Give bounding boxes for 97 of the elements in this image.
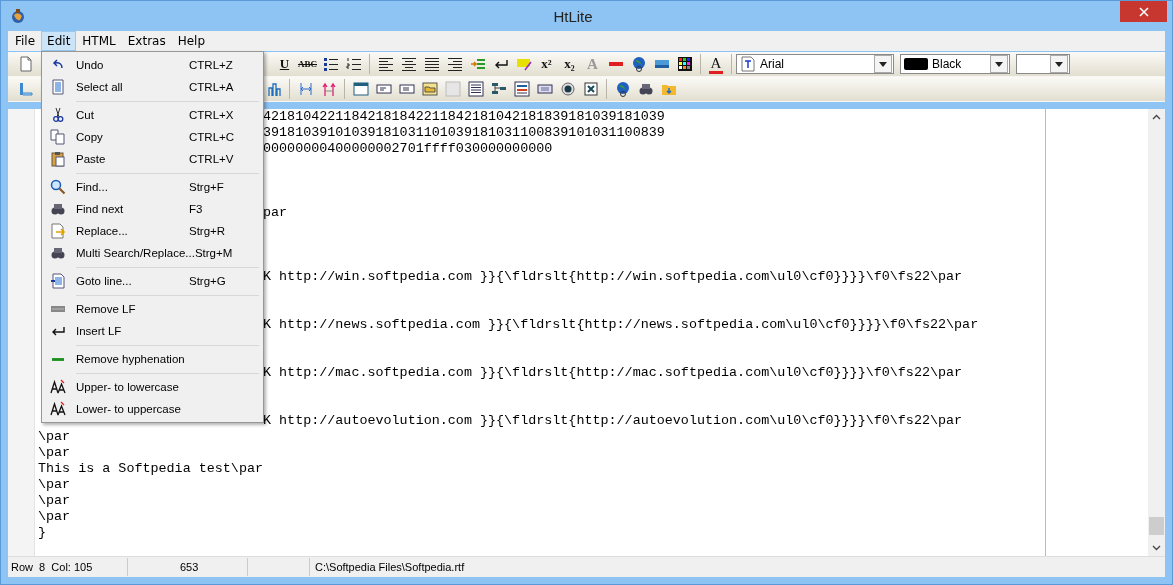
code-text: This is a Softpedia test\par xyxy=(38,461,263,476)
code-text: \par xyxy=(38,477,71,492)
globe-icon[interactable] xyxy=(630,56,647,72)
format-button[interactable]: x² xyxy=(535,53,558,75)
select-all-icon xyxy=(50,79,66,95)
code-text: 42181042211842181842211842181042181839181039181039 xyxy=(263,109,665,124)
file-path: C:\Softpedia Files\Softpedia.rtf xyxy=(314,560,466,575)
goto-line-icon xyxy=(50,273,66,289)
binoculars-icon xyxy=(50,245,66,261)
align-center-icon[interactable] xyxy=(400,56,417,72)
dropdown-arrow-icon[interactable] xyxy=(879,61,887,67)
menu-item[interactable]: Extras xyxy=(121,31,172,51)
text-field-icon[interactable] xyxy=(375,81,392,97)
letter-case-icon xyxy=(50,401,66,417)
table-icon[interactable] xyxy=(513,81,530,97)
menu-entry[interactable]: Select all CTRL+A xyxy=(44,76,261,98)
binoculars-icon[interactable] xyxy=(637,81,654,97)
search-icon xyxy=(50,179,66,195)
scrollbar-thumb[interactable] xyxy=(1149,517,1164,535)
bar-icon xyxy=(51,306,65,312)
window-icon[interactable] xyxy=(352,81,369,97)
vertical-scrollbar[interactable] xyxy=(1148,109,1165,556)
code-text: K http://news.softpedia.com }}{\fldrslt{http://news.softpedia.com\ul0\cf0}}}}\f0\fs22\par xyxy=(263,317,979,332)
globe-icon[interactable] xyxy=(614,81,631,97)
code-text: 39181039101039181031101039181031100839101031100839 xyxy=(263,125,665,140)
menu-entry[interactable]: Find... Strg+F xyxy=(44,176,261,198)
copy-icon xyxy=(50,129,66,145)
indent-icon[interactable] xyxy=(469,56,486,72)
menu-entry[interactable]: Copy CTRL+C xyxy=(44,126,261,148)
spellcheck-icon[interactable] xyxy=(515,56,532,72)
app-icon xyxy=(10,8,26,24)
format-button[interactable]: x₂ xyxy=(558,53,581,75)
replace-icon xyxy=(50,223,66,239)
menu-entry[interactable]: Multi Search/Replace...Strg+M xyxy=(44,242,261,264)
menu-entry[interactable]: Remove hyphenation xyxy=(44,348,261,370)
menu-entry[interactable]: Goto line... Strg+G xyxy=(44,270,261,292)
dropdown-arrow-icon[interactable] xyxy=(1055,61,1063,67)
color-grid-icon[interactable] xyxy=(676,56,693,72)
format-button[interactable]: U xyxy=(273,53,296,75)
font-dropdown[interactable]: Arial xyxy=(736,54,894,74)
code-text: \par xyxy=(38,445,71,460)
clipboard-icon xyxy=(50,151,66,167)
bulleted-list-icon[interactable] xyxy=(322,56,339,72)
justify-icon[interactable] xyxy=(423,56,440,72)
text-area-icon[interactable] xyxy=(467,81,484,97)
color-dropdown[interactable]: Black xyxy=(900,54,1010,74)
code-text: K http://win.softpedia.com }}{\fldrslt{http://win.softpedia.com\ul0\cf0}}}}\f0\fs22\par xyxy=(263,269,963,284)
format-button[interactable]: ABC xyxy=(296,53,319,75)
cursor-position: Row 8 Col: 105 xyxy=(8,558,128,576)
font-file-icon xyxy=(740,56,756,72)
menu-entry[interactable]: Upper- to lowercase xyxy=(44,376,261,398)
tree-icon[interactable] xyxy=(490,81,507,97)
menu-entry[interactable]: Undo CTRL+Z xyxy=(44,54,261,76)
menu-entry[interactable]: Replace... Strg+R xyxy=(44,220,261,242)
scroll-up-icon[interactable] xyxy=(1152,114,1161,120)
split-arrows-icon[interactable] xyxy=(320,81,337,97)
dropdown-arrow-icon[interactable] xyxy=(995,61,1003,67)
code-text: K http://autoevolution.com }}{\fldrslt{http://autoevolution.com\ul0\cf0}}}}\f0\fs22\par xyxy=(263,413,963,428)
close-button[interactable] xyxy=(1120,1,1167,22)
binoculars-icon xyxy=(50,201,66,217)
close-icon xyxy=(1138,6,1149,17)
code-text: \par xyxy=(38,509,71,524)
color-swatch-icon xyxy=(904,58,928,70)
numbered-list-icon[interactable] xyxy=(345,56,362,72)
menu-item[interactable]: HTML xyxy=(76,31,122,51)
menu-item[interactable]: Help xyxy=(171,31,212,51)
folder-frame-icon[interactable] xyxy=(421,81,438,97)
menu-item[interactable]: Edit xyxy=(41,31,77,51)
menu-entry[interactable]: Lower- to uppercase xyxy=(44,398,261,420)
align-left-icon[interactable] xyxy=(377,56,394,72)
menu-entry[interactable]: Remove LF xyxy=(44,298,261,320)
code-text: par xyxy=(263,205,288,220)
radio-button-icon[interactable] xyxy=(559,81,576,97)
code-text: } xyxy=(38,525,47,540)
format-button[interactable]: A xyxy=(709,54,723,74)
document-icon[interactable] xyxy=(17,56,34,72)
bar-chart-icon[interactable] xyxy=(265,81,282,97)
character-count: 653 xyxy=(128,558,248,576)
code-text: \par xyxy=(38,429,71,444)
scroll-down-icon[interactable] xyxy=(1152,545,1161,551)
button-icon[interactable] xyxy=(536,81,553,97)
dash-icon xyxy=(52,357,64,361)
checkbox-icon[interactable] xyxy=(582,81,599,97)
letter-case-icon xyxy=(50,379,66,395)
code-text: \par xyxy=(38,493,71,508)
code-text: 00000000400000002701ffff030000000000 xyxy=(263,141,553,156)
menu-entry[interactable]: Paste CTRL+V xyxy=(44,148,261,170)
menu-item[interactable]: File xyxy=(9,31,42,51)
swap-arrows-icon[interactable] xyxy=(297,81,314,97)
scissors-icon xyxy=(50,107,66,123)
code-text: K http://mac.softpedia.com }}{\fldrslt{http://mac.softpedia.com\ul0\cf0}}}}\f0\fs22\par xyxy=(263,365,963,380)
menu-entry[interactable]: Cut CTRL+X xyxy=(44,104,261,126)
align-right-icon[interactable] xyxy=(446,56,463,72)
window-title: HtLite xyxy=(552,7,594,25)
menu-entry[interactable]: Find next F3 xyxy=(44,198,261,220)
number-field-icon[interactable] xyxy=(398,81,415,97)
menu-entry[interactable]: Insert LF xyxy=(44,320,261,342)
